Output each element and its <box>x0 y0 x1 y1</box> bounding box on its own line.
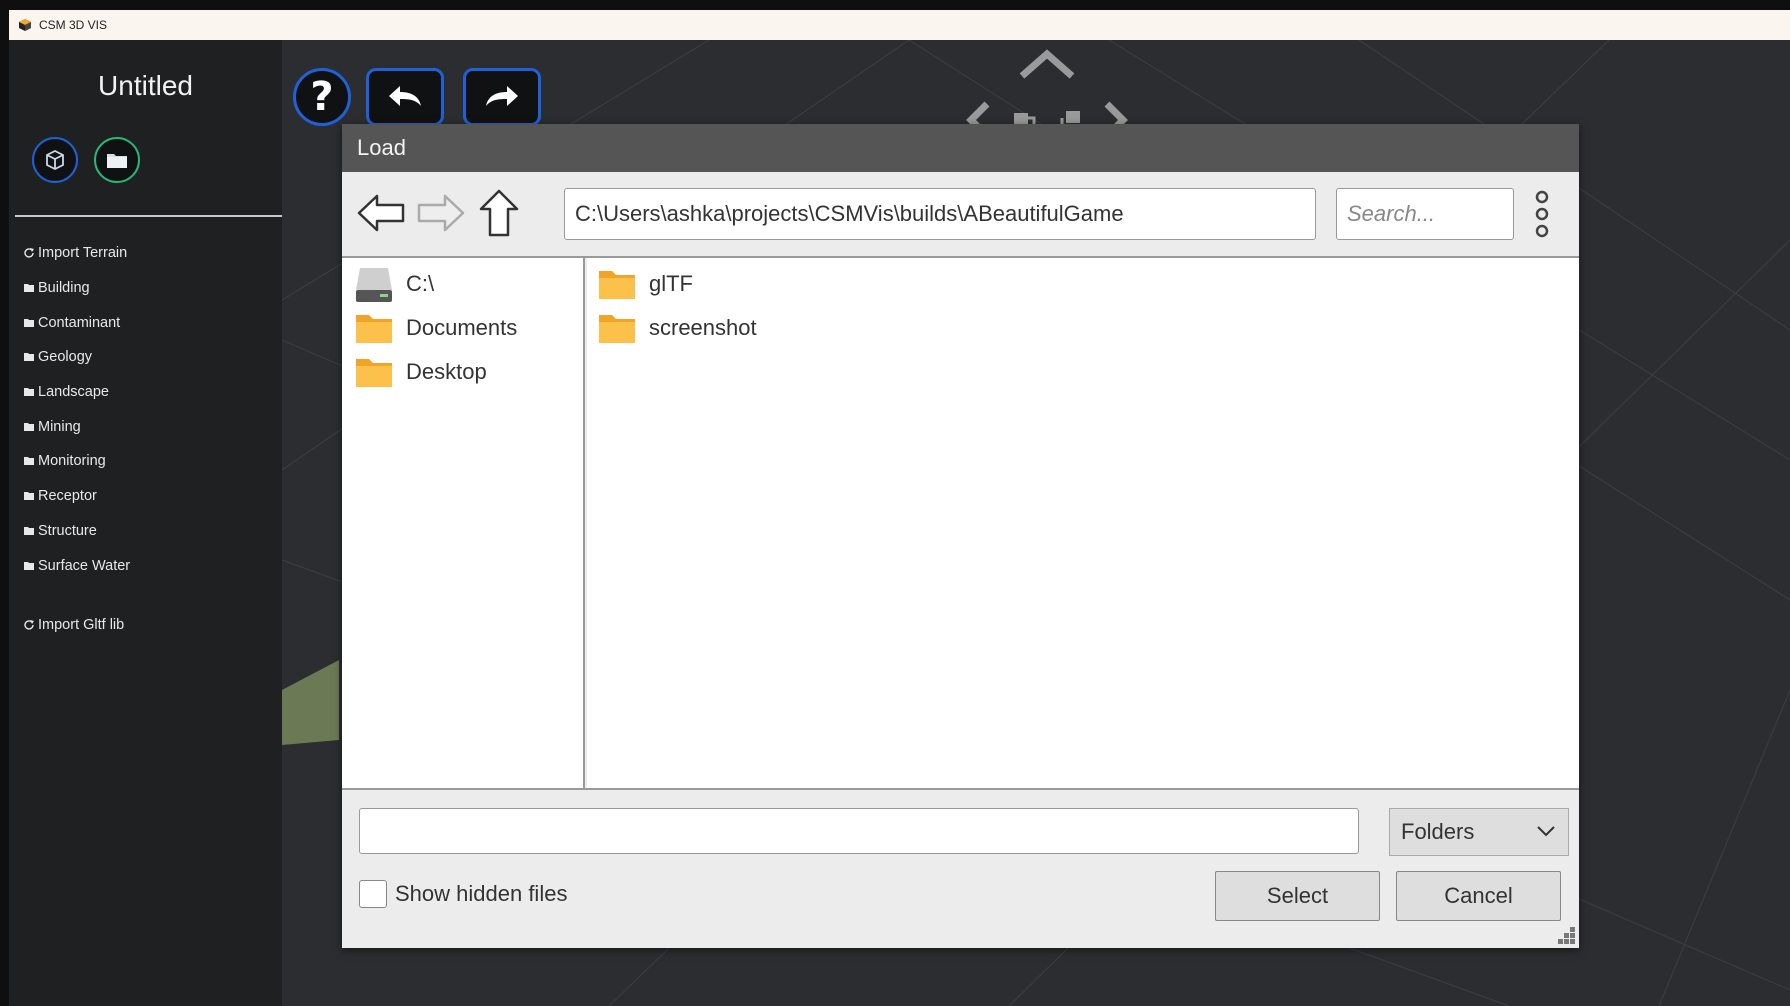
folder-icon <box>599 315 635 343</box>
load-dialog: Load C:\Users\ashka\projects\CSMVis\buil… <box>342 124 1579 948</box>
sidebar-item-contaminant[interactable]: Contaminant <box>23 315 120 331</box>
sidebar-item-label: Receptor <box>38 488 97 504</box>
folder-icon <box>24 492 34 500</box>
sidebar-item-import-terrain[interactable]: Import Terrain <box>23 245 127 261</box>
arrow-right-icon <box>417 194 465 232</box>
sidebar-item-receptor[interactable]: Receptor <box>23 488 97 504</box>
undo-icon <box>389 86 421 106</box>
sidebar-item-mining[interactable]: Mining <box>23 419 81 435</box>
quick-access-label: Documents <box>406 315 518 340</box>
sidebar-item-geology[interactable]: Geology <box>23 349 92 365</box>
folder-icon <box>24 319 34 327</box>
dialog-title: Load <box>342 124 1579 172</box>
up-folder-button[interactable] <box>473 187 525 239</box>
folder-icon <box>24 353 34 361</box>
drive-icon <box>356 268 392 302</box>
more-options-icon[interactable] <box>1532 190 1552 238</box>
help-button[interactable]: ? <box>293 68 351 126</box>
folder-icon <box>599 271 635 299</box>
sidebar-item-import-gltf-lib[interactable]: Import Gltf lib <box>23 617 124 633</box>
quick-access-pane: C:\ Documents Desktop <box>342 258 585 788</box>
select-button[interactable]: Select <box>1215 871 1380 921</box>
sidebar-item-label: Monitoring <box>38 453 106 469</box>
window-title: CSM 3D VIS <box>39 18 108 32</box>
sidebar-item-monitoring[interactable]: Monitoring <box>23 453 106 469</box>
camera-nav-control[interactable] <box>957 48 1137 128</box>
search-input[interactable]: Search... <box>1336 188 1514 240</box>
back-button[interactable] <box>355 187 407 239</box>
path-input[interactable]: C:\Users\ashka\projects\CSMVis\builds\AB… <box>564 188 1316 240</box>
sidebar-item-building[interactable]: Building <box>23 280 90 296</box>
sidebar-item-label: Landscape <box>38 384 109 400</box>
open-project-button[interactable] <box>94 137 140 183</box>
sidebar-item-label: Import Gltf lib <box>38 617 125 633</box>
sidebar-item-structure[interactable]: Structure <box>23 523 97 539</box>
refresh-icon <box>24 248 34 258</box>
sidebar-item-label: Mining <box>38 419 81 435</box>
project-title: Untitled <box>98 70 193 101</box>
sidebar-item-label: Geology <box>38 349 93 365</box>
quick-access-label: C:\ <box>406 271 435 296</box>
file-list-pane: glTF screenshot <box>587 258 1579 788</box>
file-item-gltf[interactable]: glTF <box>597 262 693 306</box>
quick-access-item-drive[interactable]: C:\ <box>354 262 434 306</box>
resize-grip-icon[interactable] <box>1555 924 1577 946</box>
folder-icon <box>24 562 34 570</box>
quick-access-item-desktop[interactable]: Desktop <box>354 350 487 394</box>
file-item-label: glTF <box>649 271 693 296</box>
quick-access-item-documents[interactable]: Documents <box>354 306 517 350</box>
file-item-label: screenshot <box>649 315 757 340</box>
folder-icon <box>24 423 34 431</box>
sidebar-item-landscape[interactable]: Landscape <box>23 384 109 400</box>
help-label: ? <box>310 74 334 120</box>
sidebar-item-label: Building <box>38 280 90 296</box>
show-hidden-checkbox[interactable] <box>359 880 387 908</box>
sidebar-item-label: Surface Water <box>38 558 131 574</box>
app-cube-icon <box>19 19 31 31</box>
refresh-icon <box>24 620 34 630</box>
folder-icon <box>356 315 392 343</box>
show-hidden-row[interactable]: Show hidden files <box>359 880 567 908</box>
file-type-selected: Folders <box>1401 819 1475 844</box>
undo-button[interactable] <box>366 68 444 126</box>
sidebar-item-surface-water[interactable]: Surface Water <box>23 558 130 574</box>
sidebar-item-label: Import Terrain <box>38 245 128 261</box>
cube-icon <box>46 149 64 171</box>
view-fit-icon <box>1066 111 1080 123</box>
pan-up-icon <box>1019 49 1075 79</box>
browser-panes: C:\ Documents Desktop glTF screenshot <box>342 256 1579 790</box>
folder-icon <box>24 284 34 292</box>
window-titlebar: CSM 3D VIS <box>9 10 1790 40</box>
arrow-up-icon <box>479 189 519 237</box>
quick-access-label: Desktop <box>406 359 487 384</box>
chevron-down-icon <box>1537 826 1555 837</box>
app-viewport: Untitled Import Terrain Building Contami… <box>9 40 1790 1006</box>
sidebar: Untitled Import Terrain Building Contami… <box>9 40 282 1006</box>
filename-input[interactable] <box>359 808 1359 854</box>
file-item-screenshot[interactable]: screenshot <box>597 306 757 350</box>
redo-icon <box>486 86 518 106</box>
folder-icon <box>24 457 34 465</box>
cancel-button[interactable]: Cancel <box>1396 871 1561 921</box>
model-library-button[interactable] <box>32 137 78 183</box>
redo-button[interactable] <box>463 68 541 126</box>
sidebar-item-label: Contaminant <box>38 315 121 331</box>
folder-icon <box>24 388 34 396</box>
folder-icon <box>356 359 392 387</box>
folder-icon <box>107 154 127 168</box>
show-hidden-label: Show hidden files <box>395 881 568 906</box>
sidebar-item-label: Structure <box>38 523 97 539</box>
forward-button[interactable] <box>415 187 467 239</box>
sidebar-divider <box>15 215 282 217</box>
folder-icon <box>24 527 34 535</box>
file-type-dropdown[interactable]: Folders <box>1389 808 1569 856</box>
arrow-left-icon <box>357 194 405 232</box>
